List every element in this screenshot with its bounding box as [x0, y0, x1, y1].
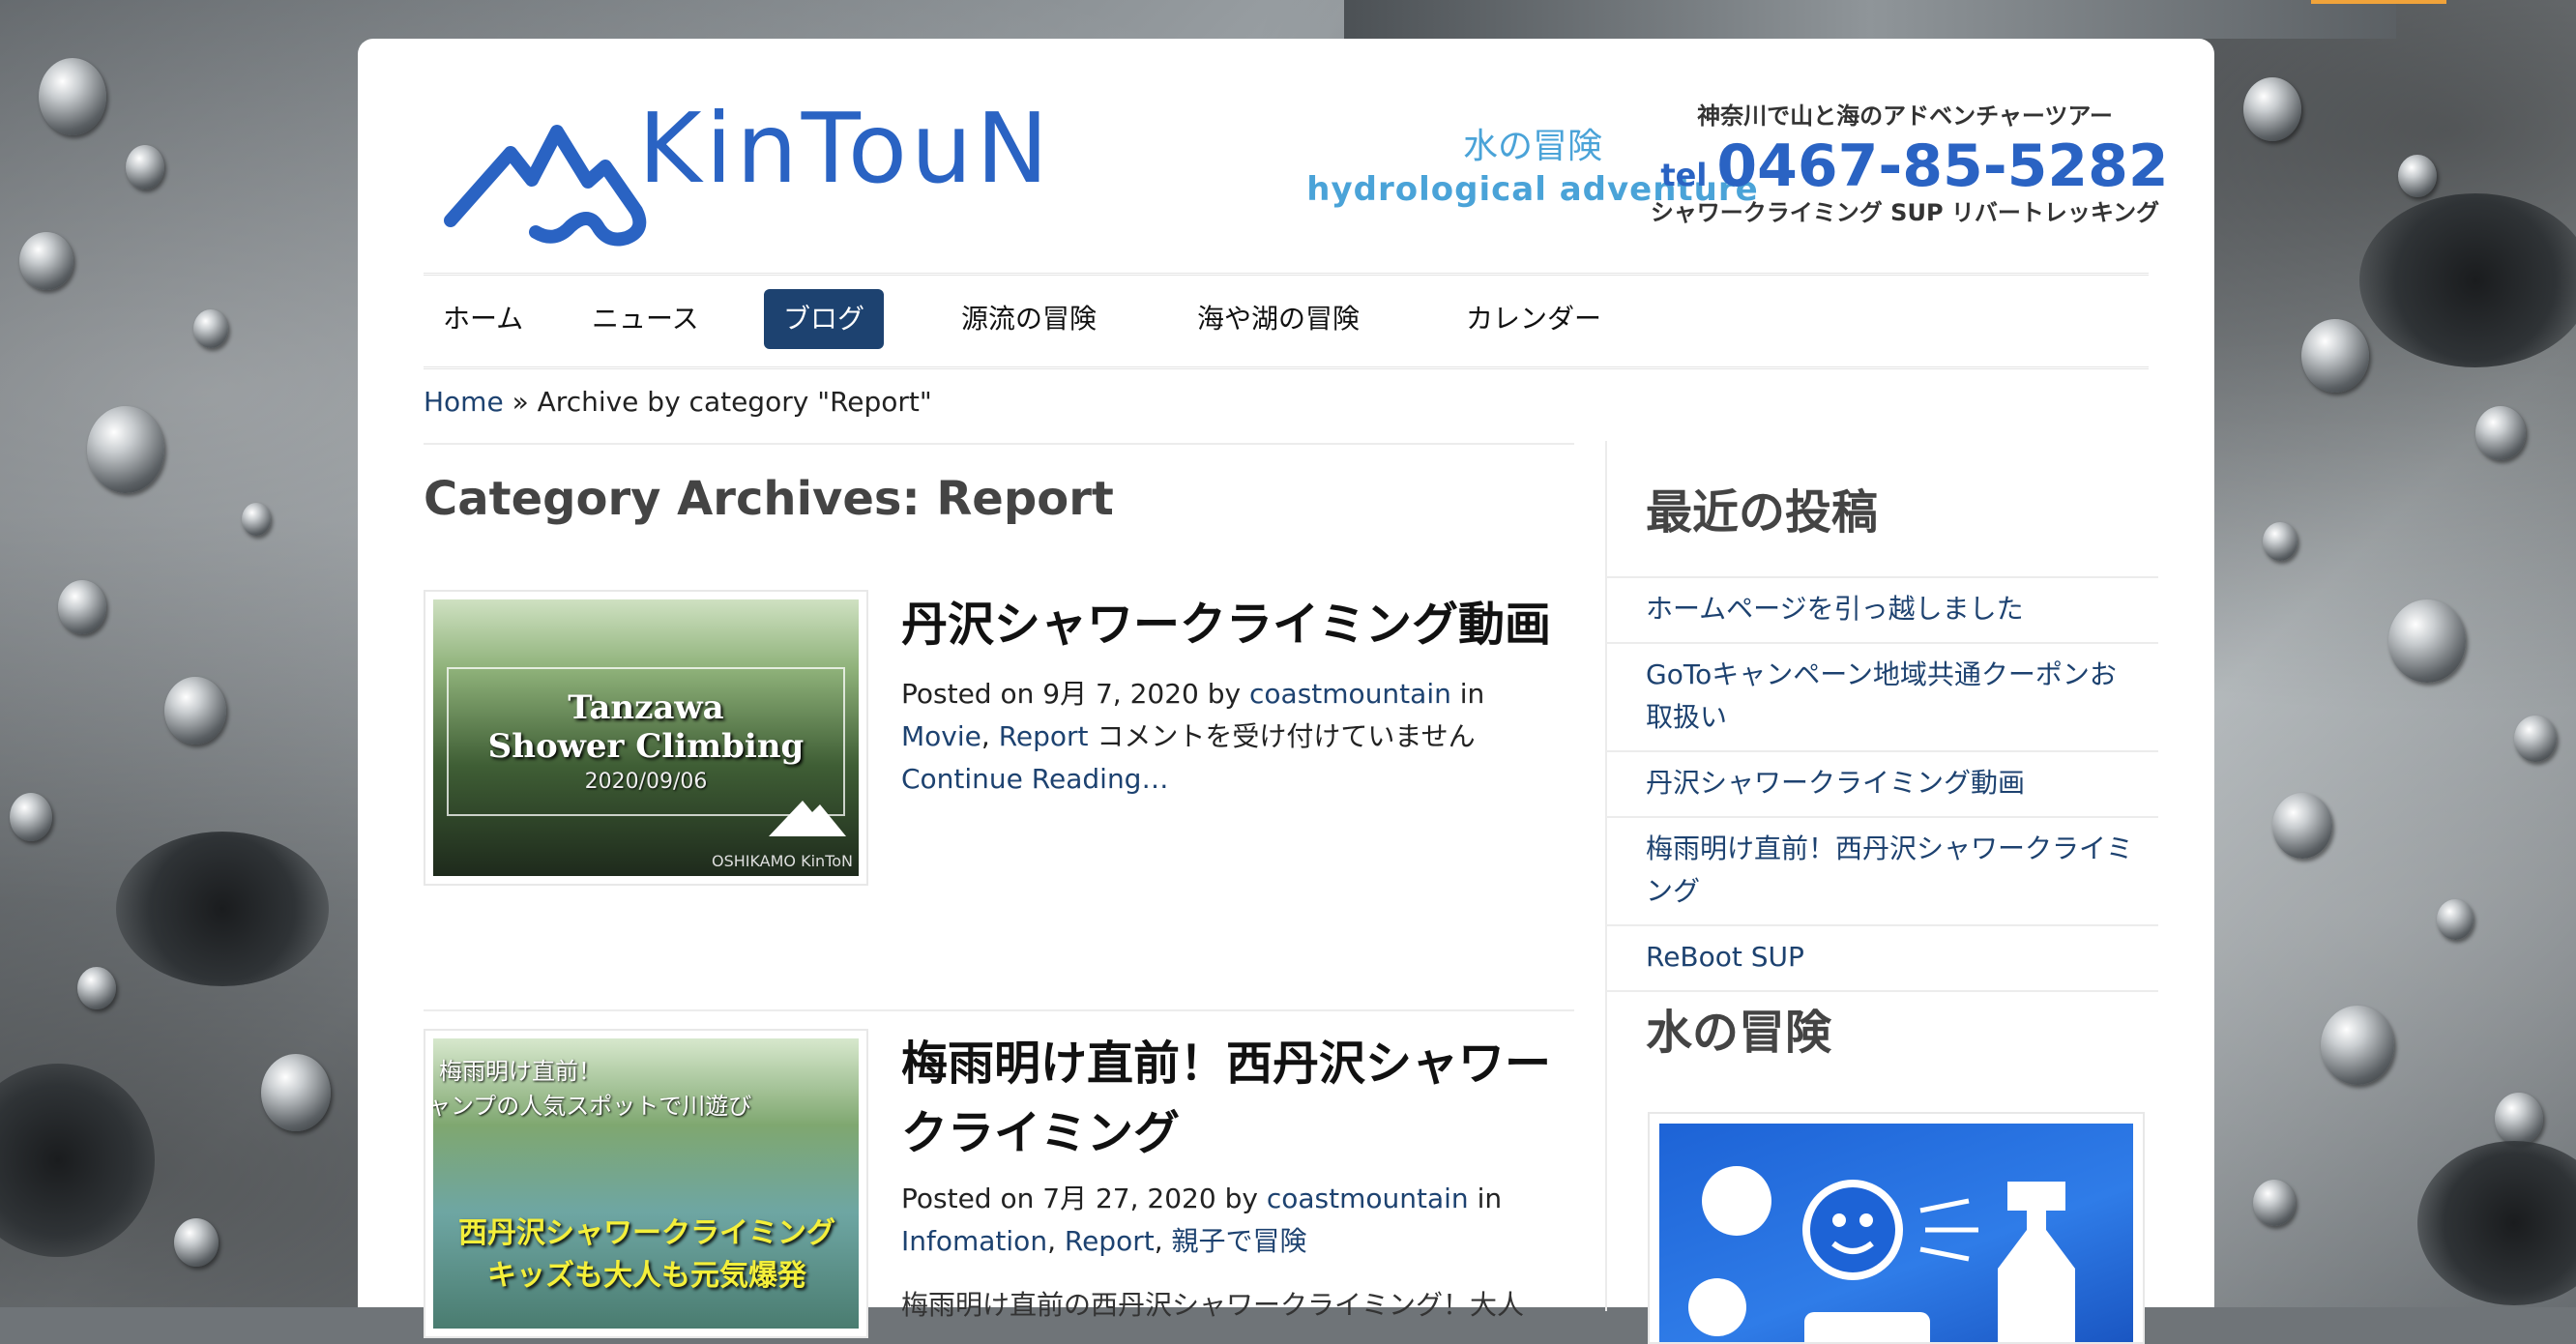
- post-thumbnail[interactable]: 梅雨明け直前！ キャンプの人気スポットで川遊び 西丹沢シャワークライミング キッ…: [424, 1029, 868, 1338]
- contact-services: シャワークライミング SUP リバートレッキング: [1650, 199, 2160, 226]
- tel-label: tel: [1660, 157, 1708, 193]
- in-label: in: [1477, 1183, 1503, 1214]
- thumbnail-title-line-1: Tanzawa: [568, 688, 724, 727]
- top-orange-accent: [2311, 0, 2446, 4]
- recent-post-link[interactable]: 梅雨明け直前！西丹沢シャワークライミング: [1607, 818, 2158, 926]
- post-item: Tanzawa Shower Climbing 2020/09/06 OSHIK…: [424, 590, 1574, 996]
- posted-on-label: Posted on: [901, 1183, 1035, 1214]
- archive-title: Category Archives: Report: [424, 472, 1114, 526]
- nav-item-river-adventure[interactable]: 源流の冒険: [942, 289, 1116, 349]
- recent-post-link[interactable]: ReBoot SUP: [1607, 926, 2158, 992]
- phone-digits: 0467-85-5282: [1716, 132, 2169, 200]
- sidebar: 最近の投稿 ホームページを引っ越しました GoToキャンペーン地域共通クーポンお…: [1605, 441, 2158, 1344]
- continue-reading-link[interactable]: Continue Reading…: [901, 763, 1168, 795]
- thumbnail-credit: OSHIKAMO KinToN: [711, 852, 853, 870]
- recent-post-link[interactable]: ホームページを引っ越しました: [1607, 578, 2158, 644]
- author-link[interactable]: coastmountain: [1267, 1183, 1469, 1214]
- nav-item-home[interactable]: ホーム: [424, 289, 542, 349]
- thumbnail-date: 2020/09/06: [584, 770, 708, 794]
- post-title-link[interactable]: 丹沢シャワークライミング動画: [901, 590, 1568, 659]
- post-title-link[interactable]: 梅雨明け直前！西丹沢シャワークライミング: [901, 1029, 1568, 1168]
- post-item: 梅雨明け直前！ キャンプの人気スポットで川遊び 西丹沢シャワークライミング キッ…: [424, 1029, 1574, 1338]
- breadcrumb-separator: »: [512, 386, 529, 418]
- post-thumbnail[interactable]: Tanzawa Shower Climbing 2020/09/06 OSHIK…: [424, 590, 868, 886]
- logo-wordmark: KinTouN: [638, 92, 1053, 205]
- nav-item-calendar[interactable]: カレンダー: [1447, 289, 1621, 349]
- mountain-mark-icon: [769, 801, 846, 836]
- post-divider: [424, 1009, 1574, 1011]
- nav-item-sea-lake-adventure[interactable]: 海や湖の冒険: [1178, 289, 1379, 349]
- by-label: by: [1224, 1183, 1258, 1214]
- post-date: 9月 7, 2020: [1042, 678, 1199, 710]
- breadcrumb-current: Archive by category "Report": [537, 386, 932, 418]
- recent-post-link[interactable]: GoToキャンペーン地域共通クーポンお取扱い: [1607, 644, 2158, 752]
- category-link-infomation[interactable]: Infomation: [901, 1225, 1047, 1257]
- category-link-family-adventure[interactable]: 親子で冒険: [1172, 1225, 1307, 1257]
- thumbnail-line-3: 西丹沢シャワークライミング: [458, 1216, 835, 1250]
- by-label: by: [1207, 678, 1242, 710]
- post-date: 7月 27, 2020: [1042, 1183, 1216, 1214]
- recent-posts-list: ホームページを引っ越しました GoToキャンペーン地域共通クーポンお取扱い 丹沢…: [1607, 576, 2158, 992]
- thumbnail-line-4: キッズも大人も元気爆発: [487, 1259, 806, 1293]
- sidebar-banner[interactable]: [1648, 1112, 2145, 1344]
- content-panel: KinTouN 水の冒険 hydrological adventure 神奈川で…: [358, 39, 2214, 1344]
- author-link[interactable]: coastmountain: [1249, 678, 1451, 710]
- water-adventure-title: 水の冒険: [1646, 1006, 1832, 1060]
- category-link-movie[interactable]: Movie: [901, 720, 981, 752]
- category-link-report[interactable]: Report: [1065, 1225, 1155, 1257]
- post-excerpt: 梅雨明け直前の西丹沢シャワークライミング！大人: [901, 1289, 1525, 1321]
- breadcrumb: Home » Archive by category "Report": [424, 383, 932, 422]
- recent-post-link[interactable]: 丹沢シャワークライミング動画: [1607, 752, 2158, 818]
- thumbnail-title-line-2: Shower Climbing: [487, 727, 805, 766]
- breadcrumb-divider: [424, 443, 1574, 445]
- thumbnail-line-2: キャンプの人気スポットで川遊び: [433, 1093, 752, 1120]
- breadcrumb-home-link[interactable]: Home: [424, 386, 504, 418]
- category-link-report[interactable]: Report: [999, 720, 1089, 752]
- background-top-strip: [1344, 0, 2396, 39]
- main-navigation: ホーム ニュース ブログ 源流の冒険 海や湖の冒険 カレンダー: [424, 273, 2149, 369]
- contact-headline: 神奈川で山と海のアドベンチャーツアー: [1697, 102, 2113, 130]
- post-meta: Posted on 9月 7, 2020 by coastmountain in…: [901, 678, 1485, 795]
- recent-posts-title: 最近の投稿: [1646, 485, 1879, 540]
- thumbnail-line-1: 梅雨明け直前！: [439, 1058, 601, 1085]
- virus-spray-illustration-icon: [1659, 1124, 2133, 1342]
- nav-item-news[interactable]: ニュース: [572, 289, 718, 349]
- nav-item-blog[interactable]: ブログ: [764, 289, 885, 349]
- site-header: KinTouN 水の冒険 hydrological adventure 神奈川で…: [358, 39, 2214, 271]
- post-meta: Posted on 7月 27, 2020 by coastmountain i…: [901, 1183, 1503, 1257]
- posted-on-label: Posted on: [901, 678, 1035, 710]
- in-label: in: [1459, 678, 1485, 710]
- comments-status: コメントを受け付けていません: [1097, 720, 1476, 752]
